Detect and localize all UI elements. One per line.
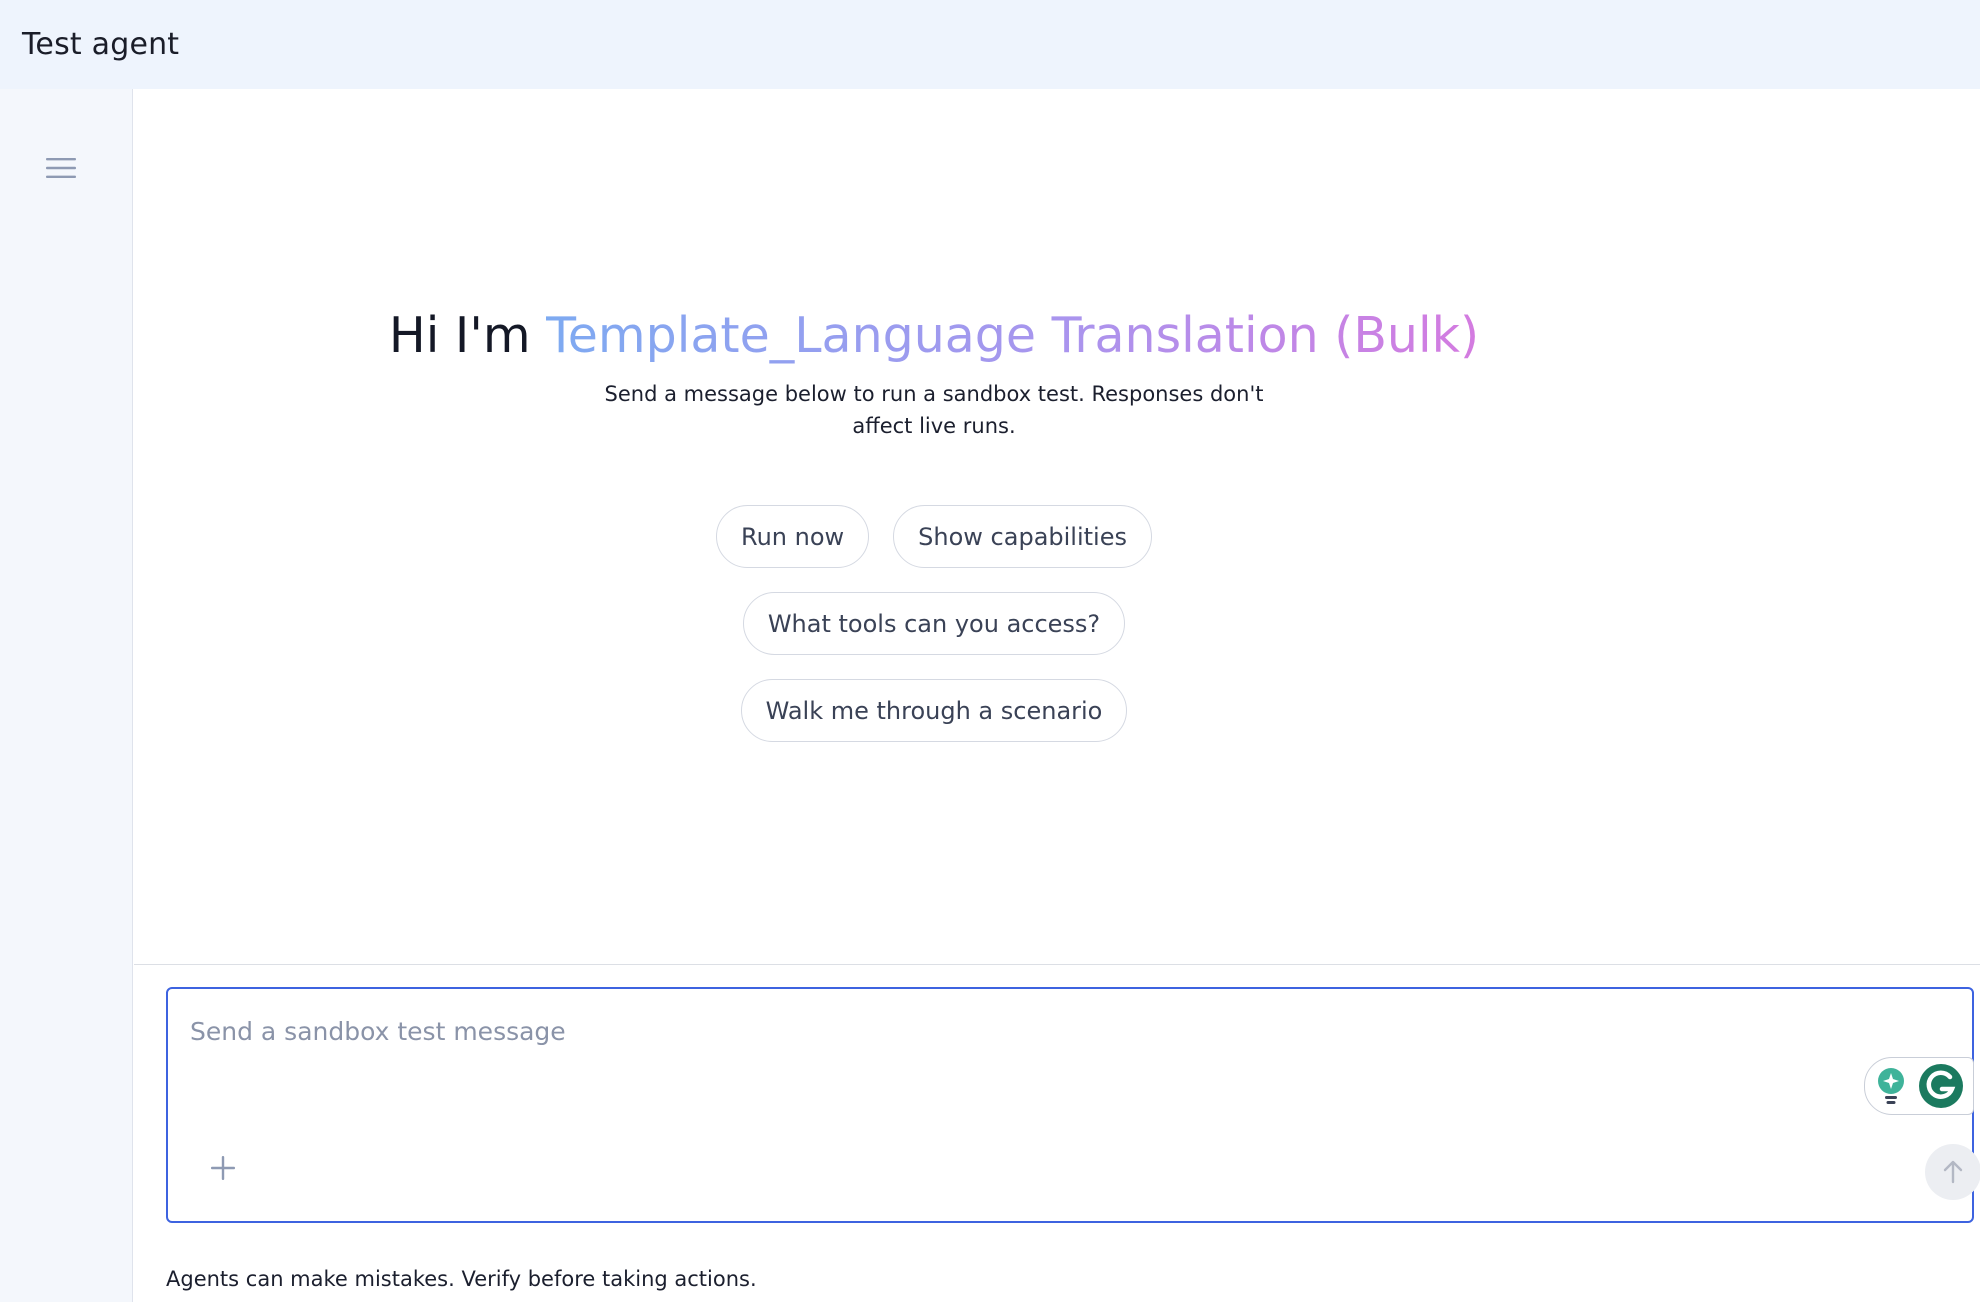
disclaimer-text: Agents can make mistakes. Verify before …	[166, 1267, 757, 1291]
page-title: Test agent	[22, 27, 180, 62]
lightbulb-icon	[1878, 1068, 1904, 1104]
agent-name: Template_Language Translation (Bulk)	[546, 307, 1480, 364]
grammarly-widget[interactable]	[1864, 1057, 1974, 1115]
arrow-up-icon	[1943, 1160, 1963, 1184]
welcome-subtitle: Send a message below to run a sandbox te…	[604, 382, 1264, 438]
sidebar	[0, 89, 133, 1302]
suggestion-tools-access[interactable]: What tools can you access?	[742, 592, 1126, 655]
menu-button[interactable]	[38, 145, 84, 191]
welcome-section: Hi I'm Template_Language Translation (Bu…	[134, 304, 1734, 742]
suggestion-chips: Run now Show capabilities What tools can…	[134, 505, 1734, 742]
composer-divider	[134, 964, 1980, 965]
greeting-prefix: Hi I'm	[388, 307, 547, 364]
grammarly-icon	[1919, 1064, 1963, 1108]
message-input[interactable]	[190, 1017, 1750, 1077]
hamburger-menu-icon	[46, 158, 76, 178]
chat-area: Hi I'm Template_Language Translation (Bu…	[134, 89, 1980, 1302]
greeting-heading: Hi I'm Template_Language Translation (Bu…	[134, 304, 1734, 368]
suggestion-row: Run now Show capabilities	[716, 505, 1152, 568]
add-attachment-button[interactable]	[206, 1151, 240, 1185]
suggestion-walk-scenario[interactable]: Walk me through a scenario	[740, 679, 1128, 742]
suggestion-row: What tools can you access?	[742, 592, 1126, 655]
suggestion-run-now[interactable]: Run now	[716, 505, 870, 568]
send-button[interactable]	[1925, 1144, 1980, 1200]
suggestion-row: Walk me through a scenario	[740, 679, 1128, 742]
top-bar: Test agent	[0, 0, 1980, 89]
message-composer	[166, 987, 1980, 1223]
plus-icon	[211, 1156, 235, 1180]
suggestion-show-capabilities[interactable]: Show capabilities	[893, 505, 1152, 568]
